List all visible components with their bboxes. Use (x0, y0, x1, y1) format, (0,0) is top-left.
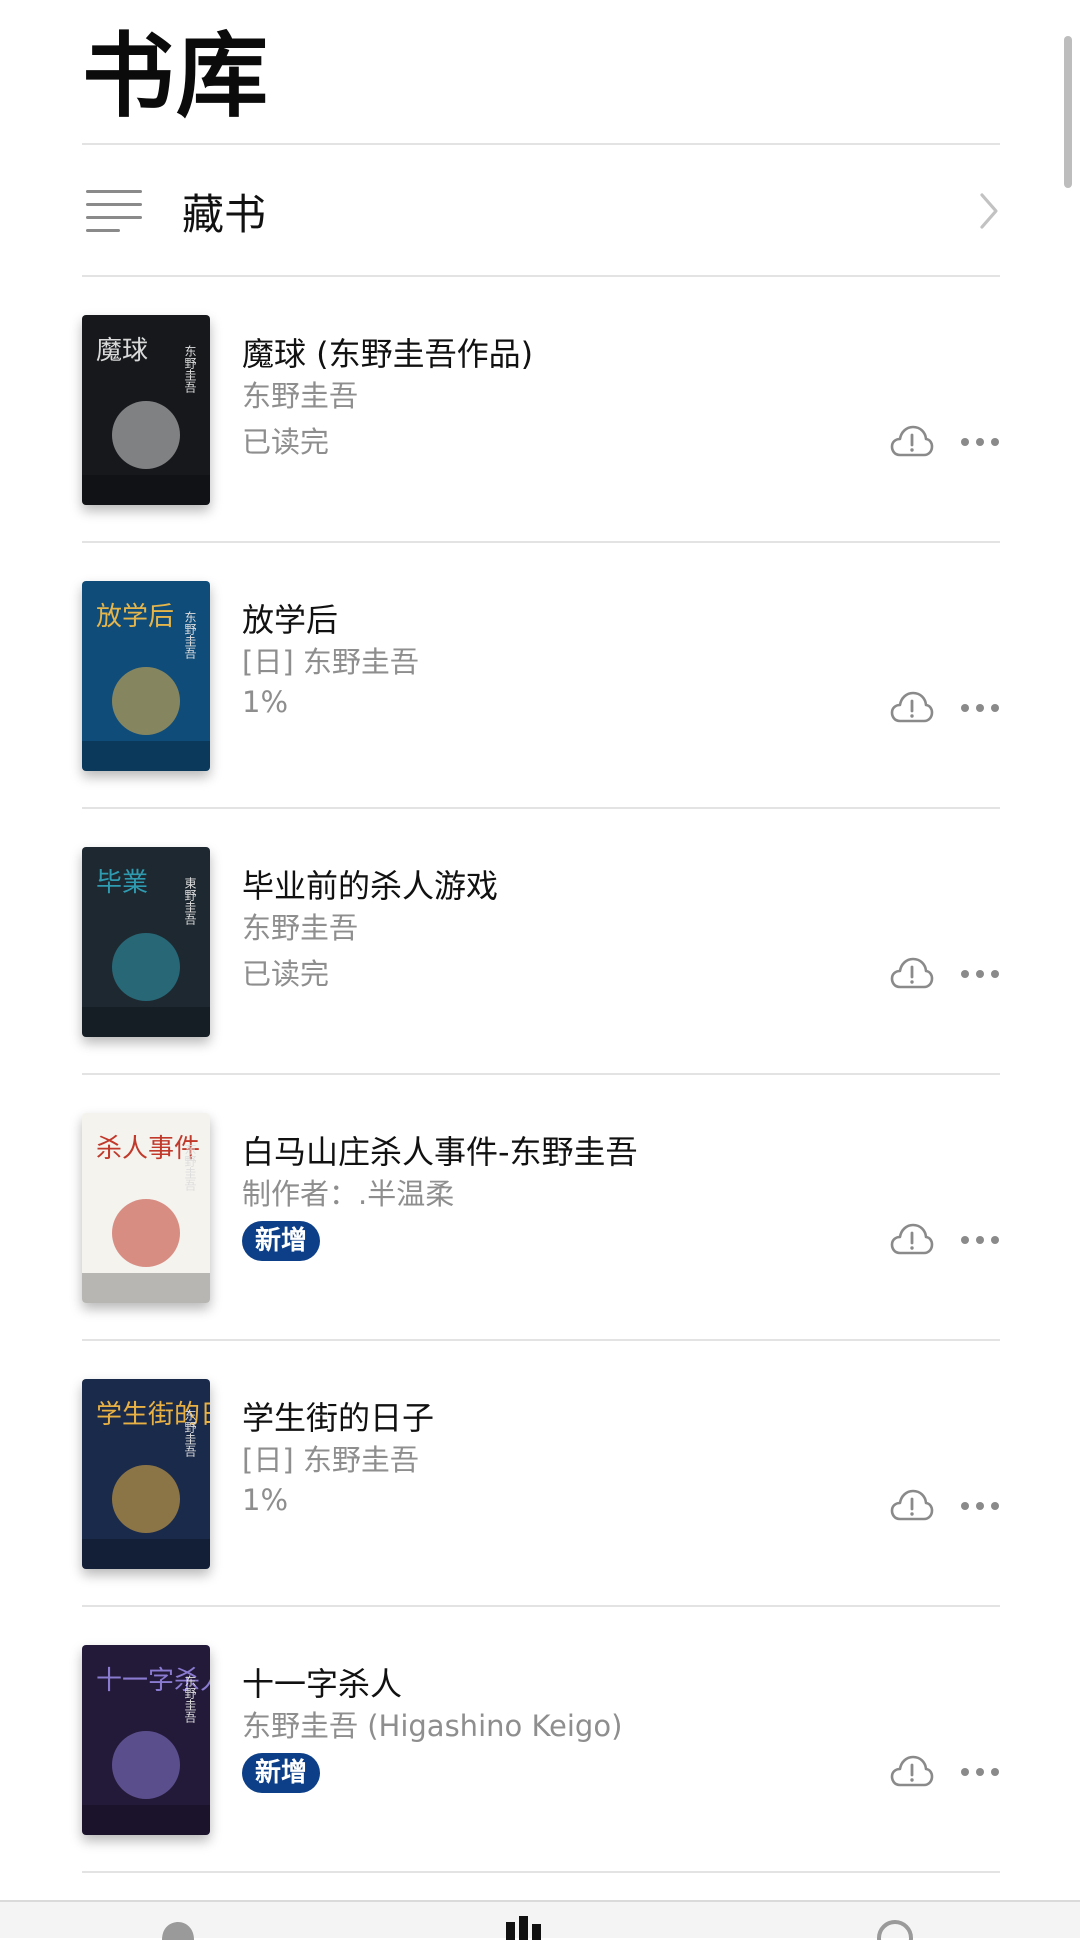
book-title: 毕业前的杀人游戏 (242, 867, 499, 905)
book-title: 学生街的日子 (242, 1399, 435, 1437)
book-cover[interactable]: 学生街的日子 东野圭吾 (82, 1379, 210, 1569)
book-author: [日] 东野圭吾 (242, 1443, 419, 1477)
chevron-right-icon (980, 193, 998, 229)
search-tab-icon[interactable] (875, 1916, 915, 1940)
more-dots-icon[interactable] (960, 427, 1000, 457)
tab-bar (0, 1900, 1080, 1940)
library-tab-icon[interactable] (504, 1916, 544, 1940)
book-cover[interactable]: 毕業 東野圭吾 (82, 847, 210, 1037)
book-row[interactable]: 十一字杀人 东野圭吾 十一字杀人 东野圭吾 (Higashino Keigo) … (82, 1607, 1000, 1873)
book-author: 东野圭吾 (242, 379, 359, 413)
cover-title-text: 毕業 (96, 868, 148, 898)
cloud-alert-icon[interactable] (890, 956, 934, 990)
book-cover-art: 十一字杀人 东野圭吾 (82, 1645, 210, 1835)
book-cover-art: 放学后 东野圭吾 (82, 581, 210, 771)
cover-author-text: 东野圭吾 (183, 1409, 197, 1457)
book-cover-art: 杀人事件 东野圭吾 (82, 1113, 210, 1303)
cover-author-text: 东野圭吾 (183, 611, 197, 659)
cover-author-text: 东野圭吾 (183, 1143, 197, 1191)
more-dots-icon[interactable] (960, 959, 1000, 989)
cloud-alert-icon[interactable] (890, 1222, 934, 1256)
book-cover-art: 学生街的日子 东野圭吾 (82, 1379, 210, 1569)
cloud-alert-icon[interactable] (890, 1754, 934, 1788)
book-row[interactable]: 放学后 东野圭吾 放学后 [日] 东野圭吾 1% (82, 543, 1000, 809)
divider (82, 143, 1000, 145)
more-dots-icon[interactable] (960, 1225, 1000, 1255)
more-dots-icon[interactable] (960, 693, 1000, 723)
collection-row[interactable]: 藏书 (82, 146, 1000, 276)
book-row[interactable]: 魔球 东野圭吾 魔球 (东野圭吾作品) 东野圭吾 已读完 (82, 277, 1000, 543)
book-status: 1% (242, 1483, 289, 1517)
cover-author-text: 东野圭吾 (183, 1675, 197, 1723)
cloud-alert-icon[interactable] (890, 1488, 934, 1522)
book-title: 十一字杀人 (242, 1665, 403, 1703)
list-lines-icon (86, 186, 142, 236)
book-author: 制作者：.半温柔 (242, 1177, 455, 1211)
cloud-alert-icon[interactable] (890, 424, 934, 458)
book-status: 1% (242, 685, 289, 719)
book-row[interactable]: 学生街的日子 东野圭吾 学生街的日子 [日] 东野圭吾 1% (82, 1341, 1000, 1607)
divider (82, 1871, 1000, 1873)
more-dots-icon[interactable] (960, 1491, 1000, 1521)
book-author: [日] 东野圭吾 (242, 645, 419, 679)
new-badge: 新增 (242, 1221, 321, 1261)
cover-title-text: 放学后 (96, 602, 174, 632)
book-cover[interactable]: 杀人事件 东野圭吾 (82, 1113, 210, 1303)
book-row[interactable]: 毕業 東野圭吾 毕业前的杀人游戏 东野圭吾 已读完 (82, 809, 1000, 1075)
book-status: 已读完 (242, 425, 330, 459)
book-cover[interactable]: 十一字杀人 东野圭吾 (82, 1645, 210, 1835)
book-cover-art: 毕業 東野圭吾 (82, 847, 210, 1037)
scrollbar-thumb[interactable] (1064, 36, 1072, 188)
collection-label: 藏书 (182, 189, 267, 239)
book-cover[interactable]: 放学后 东野圭吾 (82, 581, 210, 771)
book-row[interactable]: 杀人事件 东野圭吾 白马山庄杀人事件-东野圭吾 制作者：.半温柔 新增 (82, 1075, 1000, 1341)
book-title: 魔球 (东野圭吾作品) (242, 335, 534, 373)
book-author: 东野圭吾 (Higashino Keigo) (242, 1709, 623, 1743)
new-badge: 新增 (242, 1753, 321, 1793)
book-cover[interactable]: 魔球 东野圭吾 (82, 315, 210, 505)
cloud-tab-icon[interactable] (158, 1916, 198, 1940)
book-title: 白马山庄杀人事件-东野圭吾 (242, 1133, 638, 1171)
book-status: 已读完 (242, 957, 330, 991)
book-title: 放学后 (242, 601, 339, 639)
cloud-alert-icon[interactable] (890, 690, 934, 724)
book-cover-art: 魔球 东野圭吾 (82, 315, 210, 505)
page-title: 书库 (82, 23, 271, 130)
cover-author-text: 东野圭吾 (183, 345, 197, 393)
book-author: 东野圭吾 (242, 911, 359, 945)
more-dots-icon[interactable] (960, 1757, 1000, 1787)
cover-author-text: 東野圭吾 (183, 877, 197, 925)
cover-title-text: 魔球 (96, 336, 148, 366)
